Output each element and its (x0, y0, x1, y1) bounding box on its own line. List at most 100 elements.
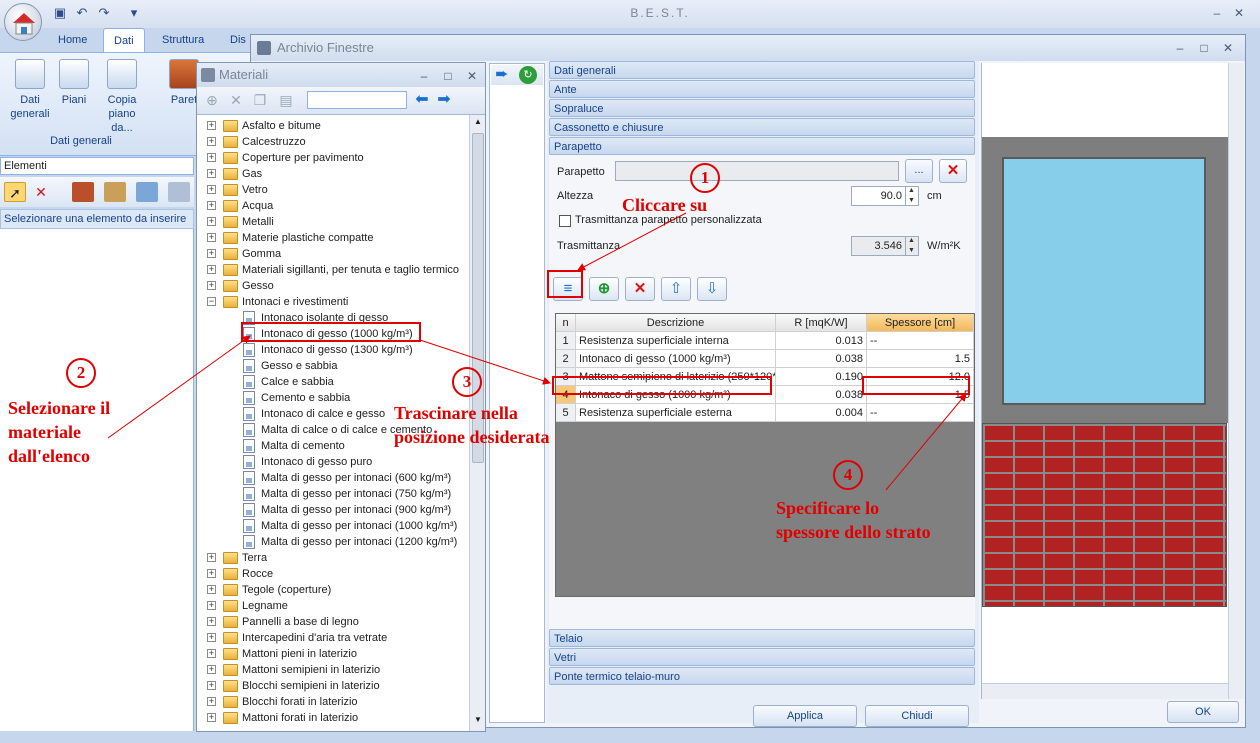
tree-folder[interactable]: + Gesso (197, 278, 469, 294)
tree-item[interactable]: Calce e sabbia (197, 374, 469, 390)
delete-icon[interactable]: ✕ (30, 182, 52, 202)
tree-folder[interactable]: + Acqua (197, 198, 469, 214)
expand-icon[interactable]: + (207, 633, 216, 642)
section-ante[interactable]: Ante (549, 80, 975, 98)
expand-icon[interactable]: + (207, 553, 216, 562)
section-vetri[interactable]: Vetri (549, 648, 975, 666)
tree-folder[interactable]: + Vetro (197, 182, 469, 198)
tree-folder[interactable]: + Legname (197, 598, 469, 614)
parapetto-browse-button[interactable]: ... (905, 159, 933, 183)
tree-item[interactable]: Gesso e sabbia (197, 358, 469, 374)
tree-folder[interactable]: + Metalli (197, 214, 469, 230)
grid-cell-descrizione[interactable]: Resistenza superficiale esterna (576, 404, 776, 422)
parapetto-clear-button[interactable]: ✕ (939, 159, 967, 183)
quick-access-menu-icon[interactable]: ▾ (126, 5, 142, 21)
arrow-left-icon[interactable]: ⬅ (411, 90, 433, 110)
collapse-icon[interactable]: − (207, 297, 216, 306)
arrow-right-icon[interactable]: ➨ (493, 66, 511, 84)
move-up-button[interactable]: ⇧ (661, 277, 691, 301)
add-door-icon[interactable] (104, 182, 126, 202)
tree-item[interactable]: Malta di gesso per intonaci (1200 kg/m³) (197, 534, 469, 550)
expand-icon[interactable]: + (207, 153, 216, 162)
tree-folder[interactable]: + Gomma (197, 246, 469, 262)
section-dati-generali[interactable]: Dati generali (549, 61, 975, 79)
grid-header-spessore[interactable]: Spessore [cm] (867, 314, 974, 332)
parapetto-field[interactable] (615, 161, 899, 181)
add-element-icon[interactable] (168, 182, 190, 202)
expand-icon[interactable]: + (207, 217, 216, 226)
expand-icon[interactable]: + (207, 265, 216, 274)
expand-icon[interactable]: + (207, 569, 216, 578)
materiali-maximize-icon[interactable]: □ (437, 68, 459, 84)
grid-cell-r[interactable]: 0.190 (776, 368, 867, 386)
grid-cell-descrizione[interactable]: Intonaco di gesso (1000 kg/m³) (576, 350, 776, 368)
tree-folder[interactable]: + Materie plastiche compatte (197, 230, 469, 246)
expand-icon[interactable]: + (207, 697, 216, 706)
trasmittanza-checkbox[interactable] (559, 215, 571, 227)
tree-folder[interactable]: + Mattoni semipieni in laterizio (197, 662, 469, 678)
copy-material-icon[interactable]: ❐ (249, 90, 271, 110)
tree-folder[interactable]: + Intercapedini d'aria tra vetrate (197, 630, 469, 646)
tree-item[interactable]: Malta di gesso per intonaci (1000 kg/m³) (197, 518, 469, 534)
grid-cell-descrizione[interactable]: Resistenza superficiale interna (576, 332, 776, 350)
archivio-list[interactable] (489, 63, 545, 723)
tree-folder[interactable]: + Materiali sigillanti, per tenuta e tagl… (197, 262, 469, 278)
trasmittanza-spinner[interactable]: ▲ ▼ (905, 236, 917, 256)
add-wall-icon[interactable] (72, 182, 94, 202)
grid-cell-r[interactable]: 0.004 (776, 404, 867, 422)
expand-icon[interactable]: + (207, 585, 216, 594)
expand-icon[interactable]: + (207, 249, 216, 258)
undo-icon[interactable]: ↶ (74, 5, 90, 21)
redo-icon[interactable]: ↷ (96, 5, 112, 21)
piani-button[interactable]: Piani (52, 59, 96, 107)
expand-icon[interactable]: + (207, 649, 216, 658)
tree-folder[interactable]: + Rocce (197, 566, 469, 582)
grid-cell-r[interactable]: 0.038 (776, 386, 867, 404)
section-ponte-termico[interactable]: Ponte termico telaio-muro (549, 667, 975, 685)
tree-item[interactable]: Intonaco di gesso puro (197, 454, 469, 470)
expand-icon[interactable]: + (207, 121, 216, 130)
add-material-icon[interactable]: ⊕ (201, 90, 223, 110)
pointer-icon[interactable]: ➚ (4, 182, 26, 202)
expand-icon[interactable]: + (207, 665, 216, 674)
applica-button[interactable]: Applica (753, 705, 857, 727)
section-cassonetto[interactable]: Cassonetto e chiusure (549, 118, 975, 136)
scroll-up-icon[interactable]: ▲ (472, 117, 484, 129)
materiali-search-input[interactable] (307, 91, 407, 109)
minimize-icon[interactable]: – (1206, 5, 1228, 21)
copia-piano-button[interactable]: Copia piano da... (100, 59, 144, 135)
elementi-combo[interactable]: Elementi (0, 157, 194, 175)
tree-folder[interactable]: + Asfalto e bitume (197, 118, 469, 134)
tree-folder[interactable]: + Tegole (coperture) (197, 582, 469, 598)
tree-item[interactable]: Malta di gesso per intonaci (600 kg/m³) (197, 470, 469, 486)
save-material-icon[interactable]: ▤ (275, 90, 297, 110)
tab-struttura[interactable]: Struttura (152, 28, 214, 52)
expand-icon[interactable]: + (207, 185, 216, 194)
preview-vertical-scrollbar[interactable] (1228, 63, 1244, 699)
grid-cell-r[interactable]: 0.038 (776, 350, 867, 368)
grid-cell-r[interactable]: 0.013 (776, 332, 867, 350)
tree-folder[interactable]: + Pannelli a base di legno (197, 614, 469, 630)
expand-icon[interactable]: + (207, 169, 216, 178)
tree-folder[interactable]: + Coperture per pavimento (197, 150, 469, 166)
expand-icon[interactable]: + (207, 137, 216, 146)
materiali-close-icon[interactable]: ✕ (461, 68, 483, 84)
expand-icon[interactable]: + (207, 601, 216, 610)
altezza-spinner[interactable]: ▲ ▼ (905, 186, 917, 206)
tree-folder[interactable]: + Gas (197, 166, 469, 182)
ok-button[interactable]: OK (1167, 701, 1239, 723)
section-sopraluce[interactable]: Sopraluce (549, 99, 975, 117)
delete-material-icon[interactable]: ✕ (225, 90, 247, 110)
tab-home[interactable]: Home (48, 28, 97, 52)
refresh-icon[interactable]: ↻ (519, 66, 537, 84)
scroll-down-icon[interactable]: ▼ (472, 715, 484, 727)
add-layer-button[interactable]: ⊕ (589, 277, 619, 301)
grid-cell-spessore[interactable]: 1.5 (867, 350, 974, 368)
dati-generali-button[interactable]: Dati generali (8, 59, 52, 121)
archivio-maximize-icon[interactable]: □ (1193, 40, 1215, 56)
tree-folder[interactable]: + Calcestruzzo (197, 134, 469, 150)
app-logo[interactable] (4, 3, 42, 41)
grid-cell-spessore[interactable]: -- (867, 404, 974, 422)
expand-icon[interactable]: + (207, 681, 216, 690)
expand-icon[interactable]: + (207, 617, 216, 626)
